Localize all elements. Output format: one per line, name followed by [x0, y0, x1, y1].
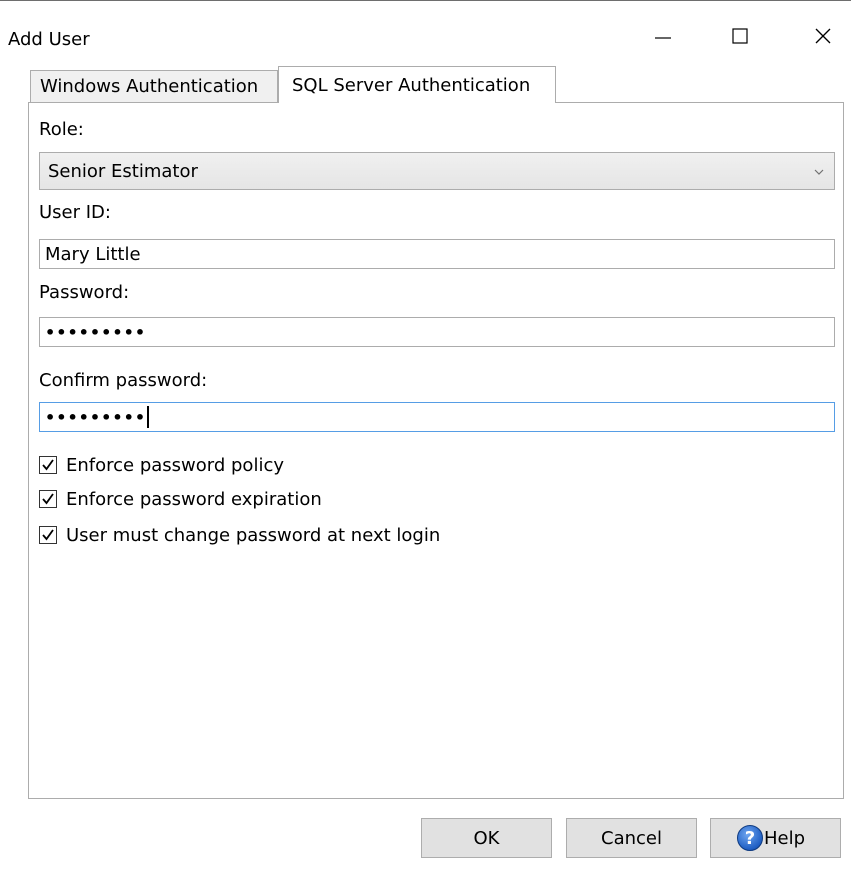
ok-label: OK [473, 827, 500, 849]
title-bar[interactable]: Add User [0, 1, 851, 50]
must-change-password-checkbox[interactable] [39, 526, 57, 544]
tab-label: SQL Server Authentication [292, 74, 531, 96]
must-change-password-label: User must change password at next login [66, 524, 441, 546]
role-value: Senior Estimator [48, 160, 198, 182]
enforce-expiration-label: Enforce password expiration [66, 488, 322, 510]
tab-label: Windows Authentication [40, 76, 259, 97]
help-icon: ? [737, 825, 763, 851]
confirm-password-input[interactable]: ••••••••• [39, 402, 835, 432]
minimize-button[interactable] [643, 21, 683, 51]
window-title: Add User [8, 29, 90, 50]
checkmark-icon [42, 459, 54, 471]
confirm-password-label: Confirm password: [39, 370, 208, 391]
checkmark-icon [42, 493, 54, 505]
maximize-button[interactable] [720, 21, 760, 51]
maximize-icon [732, 28, 748, 44]
close-button[interactable] [803, 21, 843, 51]
enforce-policy-label: Enforce password policy [66, 454, 284, 476]
checkmark-icon [42, 529, 54, 541]
minimize-icon [655, 37, 671, 39]
add-user-dialog: Add User Windows Authentication SQL Serv… [0, 0, 851, 874]
help-button[interactable]: ? Help [710, 818, 841, 858]
cancel-label: Cancel [601, 827, 662, 849]
close-icon [815, 28, 831, 44]
enforce-policy-checkbox-row[interactable]: Enforce password policy [39, 454, 284, 476]
tab-sql-server-authentication[interactable]: SQL Server Authentication [278, 66, 556, 103]
text-caret [147, 406, 150, 428]
role-select[interactable]: Senior Estimator [39, 152, 835, 190]
user-id-value: Mary Little [45, 243, 141, 265]
password-value: ••••••••• [45, 322, 147, 342]
role-label: Role: [39, 119, 84, 140]
cancel-button[interactable]: Cancel [566, 818, 697, 858]
confirm-password-value: ••••••••• [45, 407, 147, 427]
password-label: Password: [39, 282, 130, 303]
chevron-down-icon [814, 165, 824, 179]
ok-button[interactable]: OK [421, 818, 552, 858]
password-input[interactable]: ••••••••• [39, 317, 835, 347]
enforce-expiration-checkbox[interactable] [39, 490, 57, 508]
enforce-expiration-checkbox-row[interactable]: Enforce password expiration [39, 488, 322, 510]
tab-panel: Role: Senior Estimator User ID: Mary Lit… [28, 102, 844, 799]
user-id-input[interactable]: Mary Little [39, 239, 835, 269]
help-label: Help [764, 827, 806, 849]
must-change-password-checkbox-row[interactable]: User must change password at next login [39, 524, 440, 546]
user-id-label: User ID: [39, 202, 111, 223]
enforce-policy-checkbox[interactable] [39, 456, 57, 474]
tab-windows-authentication[interactable]: Windows Authentication [30, 70, 278, 102]
